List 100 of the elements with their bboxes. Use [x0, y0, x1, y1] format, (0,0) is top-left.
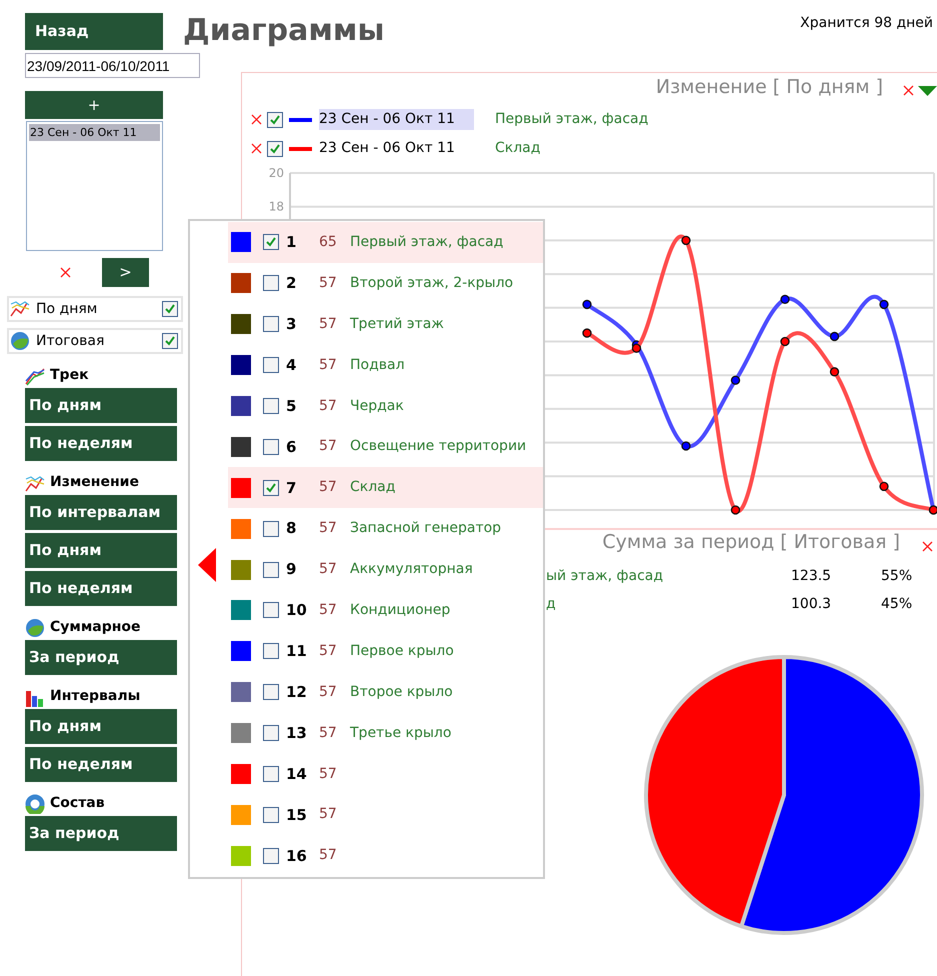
- item-value: 57: [319, 478, 338, 498]
- menu-button[interactable]: За период: [25, 640, 177, 675]
- item-value: 57: [319, 519, 338, 538]
- bar-chart-icon: [25, 689, 45, 707]
- dropdown-icon[interactable]: [918, 86, 937, 96]
- close-icon[interactable]: [251, 143, 262, 154]
- chart-toggle[interactable]: По дням: [7, 296, 183, 322]
- item-number: 16: [286, 846, 308, 867]
- close-icon[interactable]: [251, 114, 262, 125]
- item-name: Подвал: [350, 356, 405, 375]
- data-point: [830, 332, 840, 342]
- checkbox[interactable]: [263, 316, 279, 332]
- menu-button[interactable]: По дням: [25, 709, 177, 744]
- checkbox[interactable]: [162, 301, 178, 317]
- data-point: [879, 300, 889, 310]
- item-row[interactable]: 2 57 Второй этаж, 2-крыло: [228, 262, 543, 304]
- section-title: Суммарное: [50, 618, 141, 637]
- item-value: 57: [319, 356, 338, 375]
- item-number: 8: [286, 518, 298, 540]
- next-button[interactable]: >: [102, 258, 149, 287]
- checkbox[interactable]: [267, 140, 283, 156]
- checkbox[interactable]: [263, 766, 279, 782]
- menu-button[interactable]: По дням: [25, 533, 177, 568]
- summary-value: 100.3: [791, 594, 832, 614]
- item-row[interactable]: 13 57 Третье крыло: [228, 712, 543, 754]
- chart-toggle[interactable]: Итоговая: [7, 328, 183, 354]
- item-row[interactable]: 4 57 Подвал: [228, 344, 543, 386]
- item-name: Первое крыло: [350, 642, 454, 661]
- checkbox[interactable]: [263, 643, 279, 660]
- item-value: 57: [319, 642, 338, 661]
- item-row[interactable]: 16 57: [228, 835, 543, 876]
- data-point: [879, 482, 889, 492]
- close-icon[interactable]: [903, 84, 914, 96]
- ring-chart-icon: [25, 794, 45, 814]
- item-value: 57: [319, 274, 338, 293]
- item-row[interactable]: 8 57 Запасной генератор: [228, 508, 543, 550]
- checkbox[interactable]: [263, 684, 279, 700]
- period-list-item[interactable]: 23 Сен - 06 Окт 11: [29, 124, 160, 141]
- checkbox[interactable]: [267, 112, 283, 128]
- item-row[interactable]: 12 57 Второе крыло: [228, 672, 543, 713]
- checkbox[interactable]: [263, 725, 279, 742]
- item-row[interactable]: 9 57 Аккумуляторная: [228, 549, 543, 590]
- item-row[interactable]: 15 57: [228, 794, 543, 836]
- checkbox[interactable]: [263, 234, 279, 250]
- checkbox[interactable]: [263, 520, 279, 537]
- section-title: Интервалы: [50, 687, 140, 706]
- item-row[interactable]: 14 57: [228, 754, 543, 794]
- item-row[interactable]: 6 57 Освещение территории: [228, 426, 543, 468]
- toggle-label: Итоговая: [36, 332, 104, 350]
- item-name: Склад: [350, 478, 396, 498]
- item-row[interactable]: 7 57 Склад: [228, 467, 543, 508]
- menu-button[interactable]: По неделям: [25, 747, 177, 782]
- menu-button[interactable]: За период: [25, 816, 177, 851]
- checkbox[interactable]: [263, 275, 279, 292]
- checkbox[interactable]: [263, 562, 279, 578]
- line-chart-icon: [10, 300, 30, 318]
- checkbox[interactable]: [263, 398, 279, 414]
- checkbox[interactable]: [263, 602, 279, 618]
- item-value: 57: [319, 682, 338, 702]
- item-row[interactable]: 11 57 Первое крыло: [228, 630, 543, 672]
- legend-name: Первый этаж, фасад: [495, 110, 648, 129]
- item-number: 1: [286, 232, 298, 254]
- section-title: Состав: [50, 794, 105, 813]
- axis-tick-label: 18: [268, 200, 284, 214]
- item-row[interactable]: 10 57 Кондиционер: [228, 590, 543, 631]
- item-number: 11: [286, 641, 308, 662]
- data-point: [830, 367, 840, 376]
- back-button[interactable]: Назад: [25, 13, 163, 50]
- checkbox[interactable]: [162, 333, 178, 349]
- item-name: Освещение территории: [350, 437, 526, 456]
- close-icon[interactable]: [922, 540, 933, 552]
- item-number: 7: [286, 478, 298, 499]
- item-value: 57: [319, 764, 338, 784]
- globe-icon: [10, 331, 30, 351]
- summary-share: 45%: [881, 594, 912, 614]
- close-icon[interactable]: [60, 267, 71, 278]
- item-name: Второе крыло: [350, 682, 453, 702]
- data-point: [632, 344, 642, 353]
- item-row[interactable]: 1 65 Первый этаж, фасад: [228, 222, 543, 263]
- menu-button[interactable]: По неделям: [25, 571, 177, 606]
- line-chart-icon: [25, 475, 45, 493]
- add-button[interactable]: +: [25, 91, 163, 119]
- item-row[interactable]: 5 57 Чердак: [228, 386, 543, 426]
- checkbox[interactable]: [263, 806, 279, 823]
- checkbox[interactable]: [263, 438, 279, 455]
- checkbox[interactable]: [263, 480, 279, 496]
- item-number: 10: [286, 600, 308, 622]
- item-row[interactable]: 3 57 Третий этаж: [228, 304, 543, 345]
- item-name: Третий этаж: [350, 314, 444, 334]
- storage-note: Хранится 98 дней: [800, 14, 933, 33]
- menu-button[interactable]: По интервалам: [25, 495, 177, 530]
- menu-button[interactable]: По дням: [25, 388, 177, 423]
- checkbox[interactable]: [263, 357, 279, 374]
- data-point: [582, 328, 592, 338]
- pointer-triangle-icon: [198, 548, 216, 582]
- legend-period[interactable]: 23 Сен - 06 Окт 11: [319, 138, 474, 159]
- date-range-field[interactable]: 23/09/2011-06/10/2011: [25, 53, 200, 78]
- legend-period[interactable]: 23 Сен - 06 Окт 11: [319, 109, 474, 130]
- menu-button[interactable]: По неделям: [25, 426, 177, 461]
- checkbox[interactable]: [263, 848, 279, 864]
